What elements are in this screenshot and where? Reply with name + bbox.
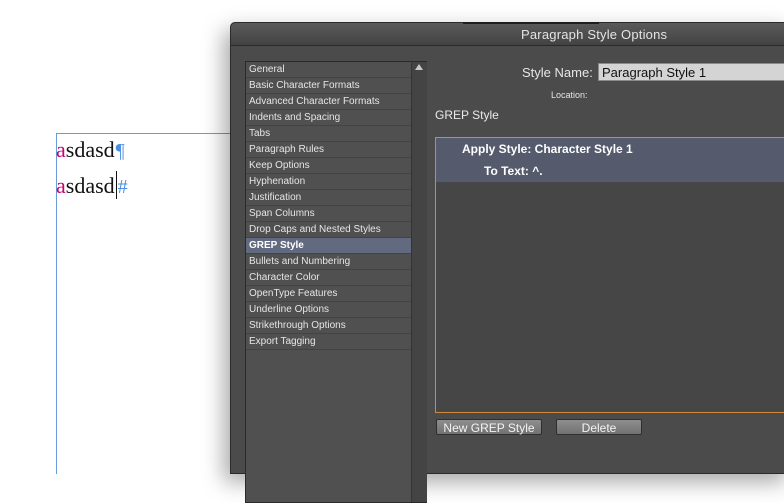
- titlebar-notch: [463, 22, 599, 24]
- delete-button[interactable]: Delete: [556, 419, 642, 435]
- grep-rule-to-text[interactable]: To Text: ^.: [436, 160, 784, 182]
- line-text: sdasd: [65, 137, 115, 162]
- first-letter: a: [56, 137, 66, 162]
- category-list-items: General Basic Character Formats Advanced C…: [246, 62, 411, 502]
- dialog-titlebar[interactable]: Paragraph Style Options: [231, 22, 784, 46]
- document-line-2[interactable]: asdasd #: [56, 171, 128, 199]
- style-name-input[interactable]: [598, 63, 784, 81]
- category-item[interactable]: General: [246, 62, 411, 78]
- category-item[interactable]: Span Columns: [246, 206, 411, 222]
- category-item[interactable]: Indents and Spacing: [246, 110, 411, 126]
- category-scrollbar[interactable]: [411, 62, 427, 502]
- dialog-title: Paragraph Style Options: [521, 27, 668, 42]
- category-item[interactable]: Justification: [246, 190, 411, 206]
- text-cursor: [115, 171, 117, 199]
- style-name-label: Style Name:: [522, 65, 593, 80]
- paragraph-style-options-dialog: Paragraph Style Options General Basic Cha…: [230, 22, 784, 503]
- category-item[interactable]: Tabs: [246, 126, 411, 142]
- category-item[interactable]: Bullets and Numbering: [246, 254, 411, 270]
- first-letter: a: [56, 173, 66, 198]
- grep-rule-apply-style[interactable]: Apply Style: Character Style 1: [436, 138, 784, 160]
- line-text: sdasd: [65, 173, 115, 198]
- category-item[interactable]: Advanced Character Formats: [246, 94, 411, 110]
- category-item[interactable]: GREP Style: [246, 238, 411, 254]
- category-item[interactable]: Export Tagging: [246, 334, 411, 350]
- pilcrow-icon: ¶: [115, 140, 125, 162]
- category-item[interactable]: Basic Character Formats: [246, 78, 411, 94]
- end-of-story-icon: #: [117, 176, 128, 198]
- category-item[interactable]: Paragraph Rules: [246, 142, 411, 158]
- section-title: GREP Style: [435, 108, 499, 122]
- category-item[interactable]: Strikethrough Options: [246, 318, 411, 334]
- location-label: Location:: [551, 90, 588, 100]
- category-item[interactable]: Drop Caps and Nested Styles: [246, 222, 411, 238]
- category-item[interactable]: Keep Options: [246, 158, 411, 174]
- category-list: General Basic Character Formats Advanced C…: [245, 61, 427, 503]
- grep-rule[interactable]: Apply Style: Character Style 1 To Text: …: [436, 138, 784, 182]
- document-line-1[interactable]: asdasd¶: [56, 137, 125, 162]
- grep-style-list[interactable]: Apply Style: Character Style 1 To Text: …: [435, 137, 784, 413]
- category-item[interactable]: Hyphenation: [246, 174, 411, 190]
- category-item[interactable]: OpenType Features: [246, 286, 411, 302]
- new-grep-style-button[interactable]: New GREP Style: [436, 419, 542, 435]
- scroll-up-arrow-icon[interactable]: [415, 64, 423, 70]
- category-item[interactable]: Underline Options: [246, 302, 411, 318]
- category-item[interactable]: Character Color: [246, 270, 411, 286]
